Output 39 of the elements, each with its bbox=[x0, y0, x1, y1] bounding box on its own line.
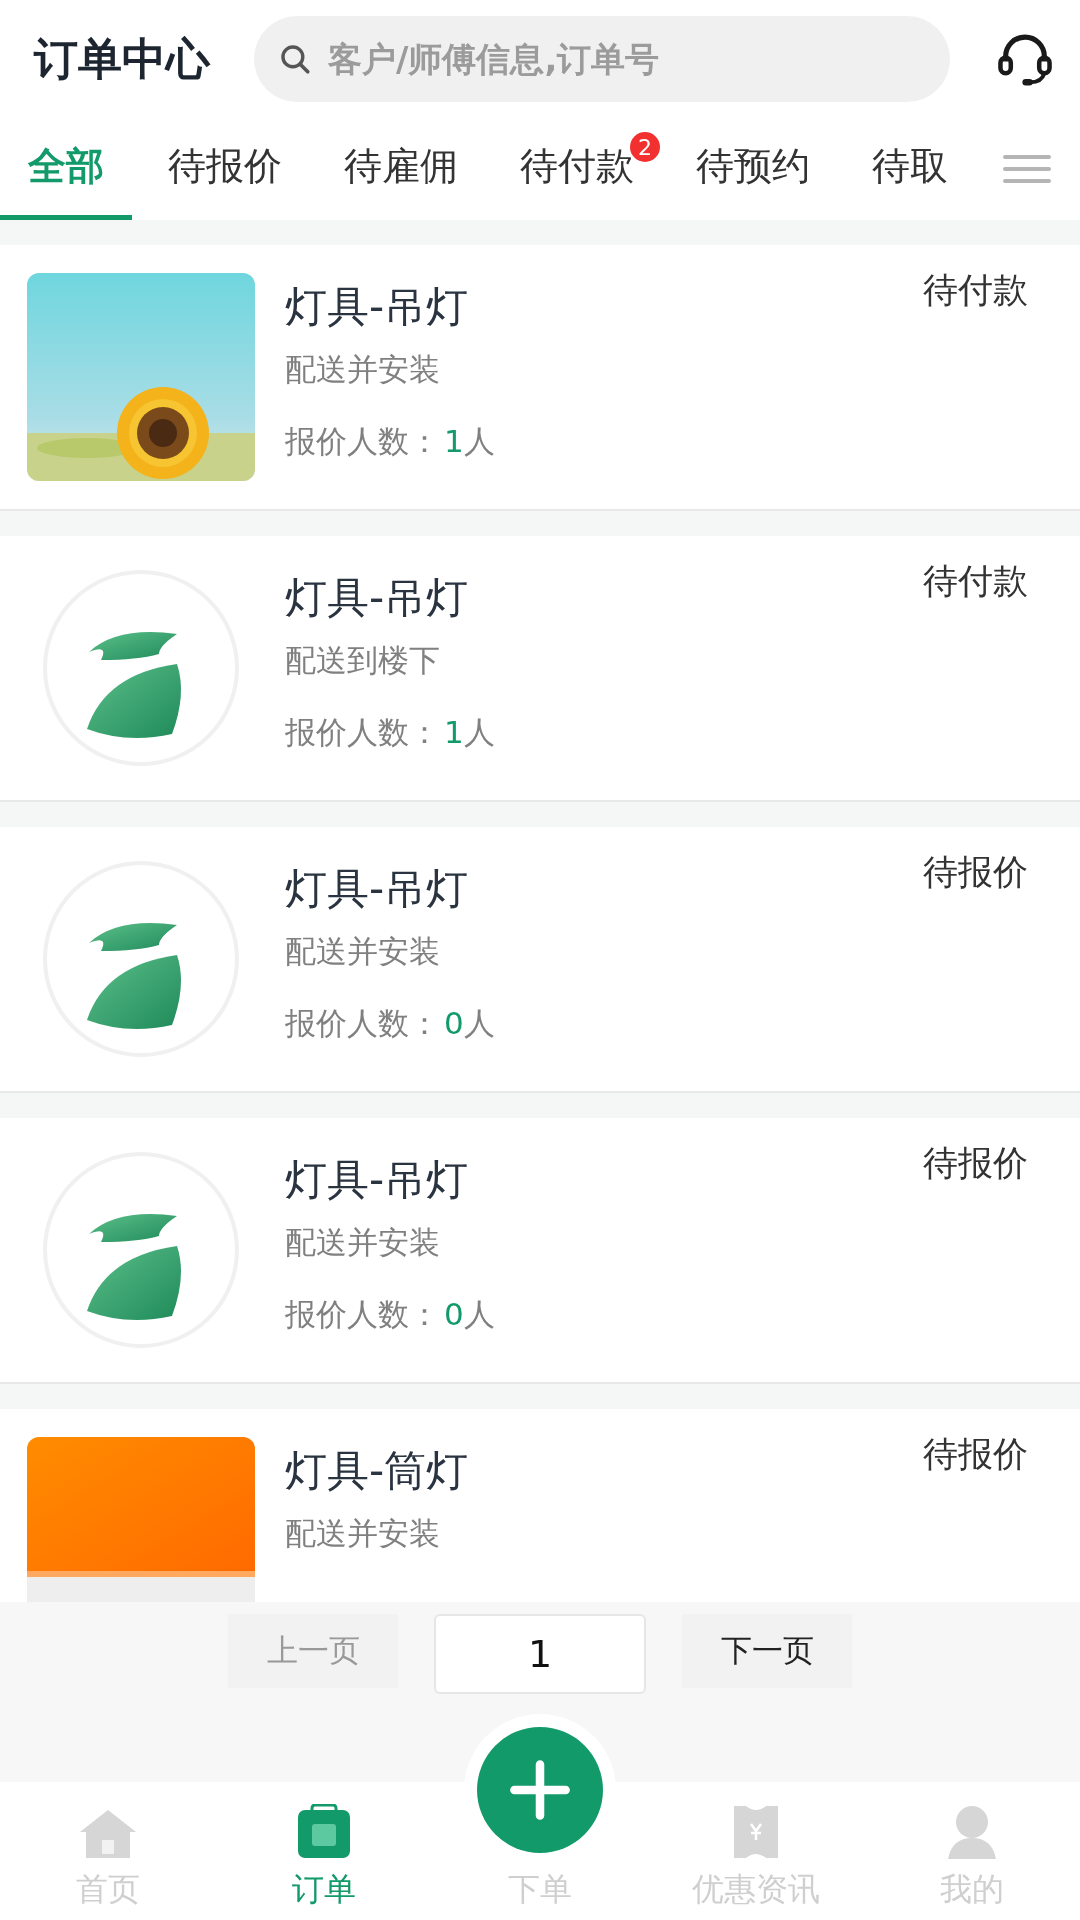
plus-icon bbox=[508, 1758, 572, 1822]
tab[interactable]: 待雇佣 bbox=[318, 118, 484, 220]
tab[interactable]: 待报价 bbox=[142, 118, 308, 220]
order-card[interactable]: 灯具-吊灯 配送并安装 报价人数：0人 待报价 bbox=[0, 827, 1080, 1093]
order-status: 待报价 bbox=[923, 1142, 1028, 1185]
order-card[interactable]: 灯具-吊灯 配送并安装 报价人数：0人 待报价 bbox=[0, 1118, 1080, 1384]
order-status: 待付款 bbox=[923, 560, 1028, 603]
order-title: 灯具-吊灯 bbox=[285, 863, 470, 915]
order-status: 待报价 bbox=[923, 851, 1028, 894]
order-status: 待付款 bbox=[923, 269, 1028, 312]
order-card[interactable]: 灯具-吊灯 配送并安装 报价人数：1人 待付款 bbox=[0, 245, 1080, 511]
service-type: 配送并安装 bbox=[285, 1514, 441, 1553]
order-card[interactable]: 灯具-筒灯 配送并安装 待报价 bbox=[0, 1409, 1080, 1602]
page-number-field[interactable]: 1 bbox=[434, 1614, 646, 1694]
search-field[interactable]: 客户/师傅信息,订单号 bbox=[254, 16, 950, 102]
order-card[interactable]: 灯具-吊灯 配送到楼下 报价人数：1人 待付款 bbox=[0, 536, 1080, 802]
service-type: 配送到楼下 bbox=[285, 641, 441, 680]
next-page-button[interactable]: 下一页 bbox=[682, 1614, 852, 1688]
nav-tab[interactable]: 订单 bbox=[216, 1782, 432, 1920]
quote-count: 报价人数：1人 bbox=[285, 713, 495, 752]
page-title: 订单中心 bbox=[34, 31, 210, 86]
tab[interactable]: 待预约 bbox=[670, 118, 836, 220]
count-badge: 2 bbox=[630, 132, 660, 162]
tab[interactable]: 全部 bbox=[0, 118, 132, 220]
order-title: 灯具-吊灯 bbox=[285, 1154, 470, 1206]
service-type: 配送并安装 bbox=[285, 932, 441, 971]
home-icon bbox=[78, 1808, 138, 1860]
quote-count: 报价人数：0人 bbox=[285, 1295, 495, 1334]
service-type: 配送并安装 bbox=[285, 350, 441, 389]
quote-count: 报价人数：0人 bbox=[285, 1004, 495, 1043]
quote-count: 报价人数：1人 bbox=[285, 422, 495, 461]
order-title: 灯具-筒灯 bbox=[285, 1445, 469, 1497]
order-title: 灯具-吊灯 bbox=[285, 281, 470, 333]
service-type: 配送并安装 bbox=[285, 1223, 441, 1262]
order-status: 待报价 bbox=[923, 1433, 1028, 1476]
menu-icon[interactable] bbox=[1002, 153, 1052, 185]
tab[interactable]: 待取 bbox=[846, 118, 974, 220]
clipboard-icon bbox=[296, 1804, 352, 1860]
order-title: 灯具-吊灯 bbox=[285, 572, 470, 624]
